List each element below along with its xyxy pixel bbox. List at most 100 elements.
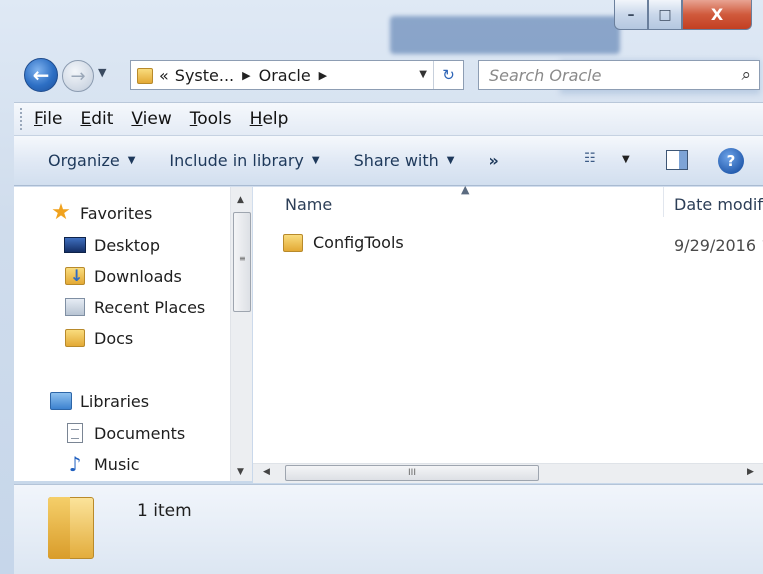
horizontal-scrollbar[interactable]: ◀ III ▶: [253, 463, 763, 483]
item-count: 1 item: [137, 501, 192, 521]
grip-icon: ≡: [239, 254, 246, 263]
file-name: ConfigTools: [313, 233, 404, 252]
nav-item-docs[interactable]: Docs: [64, 328, 133, 348]
menu-tools[interactable]: Tools: [190, 109, 232, 129]
nav-item-label: Downloads: [94, 266, 182, 286]
sort-ascending-icon: ▲: [461, 183, 470, 196]
menu-file-label: ile: [42, 109, 63, 129]
file-list: Name ▲ Date modifi ConfigTools 9/29/2016…: [253, 183, 763, 463]
nav-item-desktop[interactable]: Desktop: [64, 235, 160, 255]
command-bar: Organize ▼ Include in library ▼ Share with…: [14, 136, 763, 186]
nav-item-label: Recent Places: [94, 297, 206, 317]
folder-icon: [64, 328, 86, 348]
documents-icon: [64, 423, 86, 443]
forward-arrow-icon: →: [70, 65, 86, 87]
menu-help[interactable]: Help: [250, 109, 289, 129]
search-icon[interactable]: ⌕: [741, 65, 751, 85]
navigation-scrollbar[interactable]: ▲ ≡ ▼: [230, 187, 252, 481]
view-options-dropdown-icon[interactable]: ▼: [622, 154, 630, 165]
libraries-icon: [50, 391, 72, 411]
nav-item-label: Docs: [94, 328, 134, 348]
chevron-down-icon: ▼: [127, 155, 136, 166]
address-bar[interactable]: « Syste... ▶ Oracle ▶ ▼ ↻: [130, 60, 464, 90]
nav-item-downloads[interactable]: Downloads: [64, 266, 182, 286]
nav-item-label: Music: [94, 454, 140, 474]
help-icon[interactable]: ?: [718, 148, 744, 174]
scrollbar-thumb[interactable]: III: [285, 465, 539, 481]
nav-item-music[interactable]: ♪ Music: [64, 452, 140, 476]
file-row[interactable]: ConfigTools: [283, 233, 404, 252]
minimize-button[interactable]: –: [614, 0, 648, 30]
scroll-up-icon[interactable]: ▲: [237, 195, 244, 205]
scroll-right-icon[interactable]: ▶: [747, 467, 754, 477]
column-header-date-modified[interactable]: Date modifi: [674, 195, 763, 214]
nav-favorites[interactable]: ★ Favorites: [50, 200, 153, 225]
toolbar-grip: [20, 108, 24, 130]
maximize-button[interactable]: □: [648, 0, 682, 30]
menu-help-key: H: [249, 109, 263, 129]
background-window-blur: [390, 16, 620, 54]
menu-file[interactable]: File: [34, 109, 62, 129]
forward-button[interactable]: →: [62, 60, 94, 92]
address-overflow[interactable]: «: [159, 66, 169, 85]
address-dropdown-icon[interactable]: ▼: [419, 69, 427, 80]
preview-pane-icon[interactable]: [666, 150, 688, 170]
scrollbar-thumb[interactable]: ≡: [233, 212, 251, 312]
menu-bar: File Edit View Tools Help: [14, 102, 763, 136]
nav-favorites-label: Favorites: [80, 203, 153, 223]
chevron-down-icon: ▼: [311, 155, 320, 166]
share-with-label: Share with: [353, 151, 439, 170]
column-divider[interactable]: [663, 187, 664, 217]
file-date-modified: 9/29/2016 1: [674, 236, 763, 255]
back-arrow-icon: ←: [32, 63, 50, 87]
recent-places-icon: [64, 297, 86, 317]
breadcrumb-system[interactable]: Syste...: [175, 66, 234, 85]
include-in-library-label: Include in library: [169, 151, 304, 170]
folder-icon: [137, 66, 153, 85]
details-pane: 1 item: [14, 484, 763, 574]
menu-view-key: V: [131, 109, 143, 129]
caption-buttons: – □ X: [614, 0, 752, 32]
menu-edit-label: dit: [91, 109, 114, 129]
nav-libraries-label: Libraries: [80, 391, 150, 411]
search-input[interactable]: Search Oracle: [489, 66, 741, 85]
music-icon: ♪: [68, 452, 82, 476]
menu-tools-label: ools: [197, 109, 232, 129]
more-commands-button[interactable]: »: [488, 151, 498, 170]
downloads-folder-icon: [64, 266, 86, 286]
refresh-icon[interactable]: ↻: [433, 61, 463, 89]
navigation-pane: ★ Favorites Desktop Downloads Recent Pla…: [14, 187, 252, 481]
nav-item-documents[interactable]: Documents: [64, 423, 185, 443]
include-in-library-button[interactable]: Include in library ▼: [169, 151, 319, 170]
nav-libraries[interactable]: Libraries: [50, 391, 149, 411]
column-header-name[interactable]: Name: [285, 195, 332, 214]
star-icon: ★: [51, 200, 71, 225]
menu-edit-key: E: [80, 109, 92, 129]
scroll-down-icon[interactable]: ▼: [237, 467, 244, 477]
menu-file-key: F: [34, 109, 43, 129]
close-button[interactable]: X: [682, 0, 752, 30]
breadcrumb-oracle[interactable]: Oracle: [259, 66, 311, 85]
desktop-icon: [64, 235, 86, 255]
chevron-down-icon: ▼: [446, 155, 455, 166]
organize-button[interactable]: Organize ▼: [48, 151, 135, 170]
organize-label: Organize: [48, 151, 120, 170]
nav-item-label: Desktop: [94, 235, 160, 255]
nav-item-label: Documents: [94, 423, 186, 443]
folder-icon: [283, 233, 303, 252]
breadcrumb-chevron-icon[interactable]: ▶: [319, 69, 327, 82]
search-box[interactable]: Search Oracle ⌕: [478, 60, 760, 90]
back-button[interactable]: ←: [24, 58, 58, 92]
menu-view[interactable]: View: [131, 109, 171, 129]
nav-item-recent-places[interactable]: Recent Places: [64, 297, 205, 317]
menu-edit[interactable]: Edit: [80, 109, 113, 129]
menu-help-label: elp: [262, 109, 289, 129]
folder-icon: [48, 497, 94, 559]
recent-pages-dropdown[interactable]: ▼: [98, 66, 106, 79]
column-headers: Name ▲ Date modifi: [253, 183, 763, 223]
breadcrumb-chevron-icon[interactable]: ▶: [242, 69, 250, 82]
change-view-icon[interactable]: ☷: [584, 151, 604, 169]
share-with-button[interactable]: Share with ▼: [354, 151, 455, 170]
menu-view-label: iew: [142, 109, 172, 129]
scroll-left-icon[interactable]: ◀: [263, 467, 270, 477]
